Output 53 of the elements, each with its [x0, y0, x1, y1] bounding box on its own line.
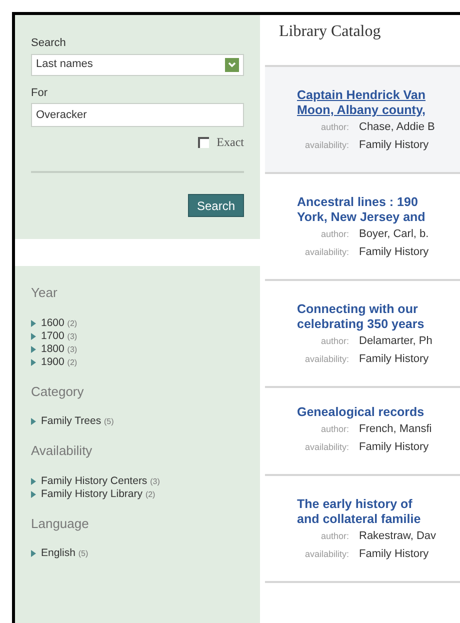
field-label: author:: [320, 423, 349, 436]
author-value: Chase, Addie B: [359, 120, 436, 135]
facet-heading: Category: [31, 382, 85, 401]
facet-heading: Year: [31, 284, 58, 302]
result-title-link[interactable]: Ancestral lines : 190: [297, 195, 418, 210]
facet-link[interactable]: 1700 (3): [31, 330, 244, 342]
author-value: French, Mansfi: [359, 422, 433, 437]
checkbox-label: Exact: [216, 134, 244, 151]
result-title-link[interactable]: Connecting with our: [297, 302, 418, 317]
author-value: Delamarter, Ph: [359, 334, 434, 349]
search-select[interactable]: Last names: [31, 54, 244, 76]
dropdown-icon: [225, 58, 239, 72]
field-label: availability:: [304, 353, 349, 366]
availability-value: Family History: [359, 245, 430, 260]
availability-value: Family History: [359, 352, 430, 367]
facet-link[interactable]: Family Trees (5): [31, 415, 244, 428]
result-title-link[interactable]: Captain Hendrick Van: [297, 88, 426, 103]
result-title-link[interactable]: The early history of: [297, 497, 412, 512]
author-value: Boyer, Carl, b.: [359, 227, 430, 242]
field-label: author:: [320, 121, 349, 134]
availability-value: Family History: [359, 138, 430, 153]
result-title-link[interactable]: York, New Jersey and: [297, 210, 426, 225]
facet-link[interactable]: English (5): [31, 547, 244, 560]
result-title-link[interactable]: celebrating 350 years: [297, 317, 424, 332]
exact-checkbox[interactable]: [198, 136, 209, 148]
search-field[interactable]: Overacker: [31, 103, 244, 127]
field-label: author:: [320, 228, 349, 241]
field-label: author:: [320, 530, 349, 543]
result-item[interactable]: Captain Hendrick Van Moon, Albany county, author: Chase, Addie B availability: Family History: [265, 65, 460, 172]
availability-value: Family History: [359, 547, 430, 562]
field-label: availability:: [304, 139, 349, 152]
page-title: Library Catalog: [279, 22, 381, 42]
facet-heading: Language: [31, 514, 90, 533]
field-label: author:: [320, 335, 349, 348]
triangle-icon: [31, 550, 36, 557]
facet-link[interactable]: Family History Centers (3): [31, 474, 244, 488]
field-label: availability:: [304, 548, 349, 561]
facet-link[interactable]: Family History Library (2): [31, 488, 244, 500]
availability-value: Family History: [359, 440, 430, 455]
result-title-link[interactable]: Genealogical records: [297, 405, 424, 420]
search-button[interactable]: Search: [188, 194, 244, 217]
result-title-link[interactable]: and collateral familie: [297, 512, 421, 527]
author-value: Rakestraw, Dav: [359, 529, 438, 544]
field-label: Search: [31, 36, 67, 51]
triangle-icon: [31, 418, 36, 425]
facet-link[interactable]: 1800 (3): [31, 342, 244, 356]
field-label: For: [31, 86, 48, 100]
field-label: availability:: [304, 246, 349, 259]
field-label: availability:: [304, 441, 349, 454]
facet-link[interactable]: 1900 (2): [31, 356, 244, 368]
facet-heading: Availability: [31, 442, 94, 460]
result-title-link[interactable]: Moon, Albany county,: [297, 103, 426, 118]
facet-link[interactable]: 1600 (2): [31, 316, 244, 330]
